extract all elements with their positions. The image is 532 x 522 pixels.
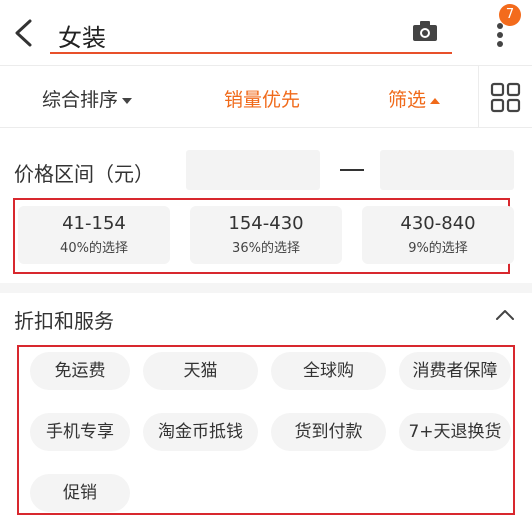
service-tag-cash-on-delivery[interactable]: 货到付款	[271, 413, 386, 451]
back-arrow-icon[interactable]	[12, 18, 36, 48]
caret-down-icon	[122, 97, 133, 104]
price-option-range: 41-154	[62, 213, 126, 234]
service-tag-consumer-protection[interactable]: 消费者保障	[399, 352, 511, 390]
services-title: 折扣和服务	[14, 309, 114, 333]
price-max-input[interactable]	[380, 150, 514, 190]
caret-up-icon	[430, 97, 441, 104]
price-option-range: 430-840	[400, 213, 476, 234]
service-tag-global[interactable]: 全球购	[271, 352, 386, 390]
filter-button[interactable]: 筛选	[388, 85, 441, 112]
search-input[interactable]: 女装	[58, 18, 106, 53]
search-header: 女装 7	[0, 0, 532, 66]
price-option-2[interactable]: 154-430 36%的选择	[190, 206, 342, 264]
service-tag-taojinbi[interactable]: 淘金币抵钱	[143, 413, 258, 451]
service-tag-free-shipping[interactable]: 免运费	[30, 352, 130, 390]
sort-general-label: 综合排序	[42, 89, 119, 111]
section-divider	[0, 283, 532, 293]
price-option-share: 40%的选择	[60, 241, 128, 256]
price-range-label: 价格区间（元）	[14, 162, 154, 186]
service-tag-7-day-return[interactable]: 7+天退换货	[399, 413, 511, 451]
grid-view-icon	[490, 82, 521, 113]
sort-sales-label: 销量优先	[224, 89, 301, 111]
camera-icon[interactable]	[412, 20, 438, 42]
price-min-input[interactable]	[186, 150, 320, 190]
notification-badge: 7	[499, 4, 521, 26]
sort-general-button[interactable]: 综合排序	[42, 85, 133, 112]
service-tag-mobile-exclusive[interactable]: 手机专享	[30, 413, 130, 451]
sort-bar: 综合排序 销量优先 筛选	[0, 66, 532, 128]
search-box[interactable]: 女装	[50, 12, 452, 54]
service-tag-tmall[interactable]: 天猫	[143, 352, 258, 390]
price-option-3[interactable]: 430-840 9%的选择	[362, 206, 514, 264]
price-option-share: 36%的选择	[232, 241, 300, 256]
filter-label: 筛选	[388, 89, 427, 111]
price-option-1[interactable]: 41-154 40%的选择	[18, 206, 170, 264]
price-option-range: 154-430	[228, 213, 304, 234]
layout-toggle-button[interactable]	[478, 66, 532, 128]
chevron-up-icon[interactable]	[494, 306, 516, 324]
price-option-share: 9%的选择	[408, 241, 468, 256]
price-range-dash	[340, 169, 364, 171]
service-tag-promotion[interactable]: 促销	[30, 474, 130, 512]
sort-sales-button[interactable]: 销量优先	[224, 85, 300, 112]
